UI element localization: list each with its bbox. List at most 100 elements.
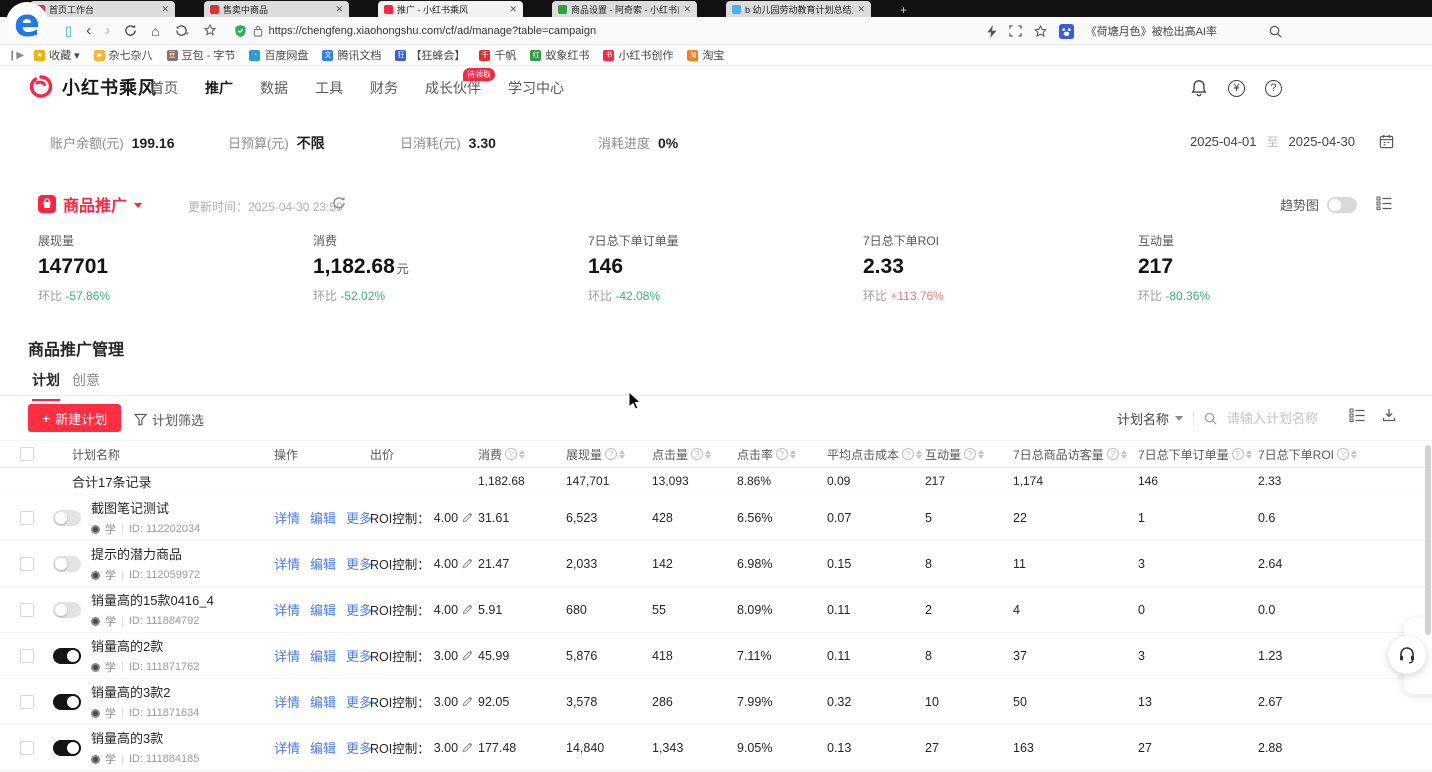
plan-enable-toggle[interactable] [53,510,81,526]
refresh-icon[interactable] [332,196,346,210]
browser-tab[interactable]: 首页工作台 ✕ [30,1,175,17]
column-header[interactable]: 出价 ? [370,446,478,463]
tab-close-icon[interactable]: ✕ [683,4,691,15]
row-checkbox[interactable] [20,695,34,709]
plan-name[interactable]: 截图笔记测试 [91,498,200,517]
plan-name[interactable]: 销量高的3款2 [91,682,199,701]
ai-detector-paw-icon[interactable] [1059,24,1074,39]
ai-notice-text[interactable]: 《荷塘月色》被检出高AI率 [1086,23,1217,39]
row-checkbox[interactable] [20,511,34,525]
browser-tab[interactable]: 售卖中商品 ✕ [204,1,349,17]
help-icon[interactable]: ? [964,448,976,460]
column-header[interactable]: 7日总商品访客量 ? [1013,446,1138,463]
row-checkbox[interactable] [20,741,34,755]
help-icon[interactable]: ? [776,448,788,460]
detail-link[interactable]: 详情 [274,646,300,665]
more-link[interactable]: 更多 [346,738,372,757]
bookmark-item[interactable]: 淘 淘宝 [687,47,724,63]
bookmark-item[interactable]: ◔ 百度网盘 [249,47,308,63]
plan-enable-toggle[interactable] [53,740,81,756]
sort-icon[interactable] [978,450,984,459]
plan-name[interactable]: 提示的潜力商品 [91,544,200,563]
manage-tab[interactable]: 创意 [72,370,100,399]
edit-pencil-icon[interactable] [462,558,473,569]
select-all-checkbox[interactable] [20,447,34,461]
sidebar-toggle-icon[interactable]: ❙▶ [8,50,24,61]
row-checkbox[interactable] [20,557,34,571]
metric-settings-icon[interactable] [1376,196,1392,210]
column-header[interactable]: 7日总下单ROI ? [1258,446,1432,463]
customer-service-button[interactable] [1388,636,1426,674]
detail-link[interactable]: 详情 [274,600,300,619]
nav-item[interactable]: 首页 [150,78,178,98]
column-header[interactable]: 点击率 ? [737,446,827,463]
detail-link[interactable]: 详情 [274,738,300,757]
plan-filter-button[interactable]: 计划筛选 [134,410,204,429]
balance-yen-icon[interactable]: ¥ [1228,80,1245,97]
home-icon[interactable]: ⌂ [151,24,159,38]
tab-close-icon[interactable]: ✕ [857,4,865,15]
forward-icon[interactable]: › [105,23,110,38]
plan-name[interactable]: 销量高的2款 [91,636,199,655]
calendar-icon[interactable] [1379,134,1394,149]
trend-toggle[interactable] [1327,197,1357,213]
bookmark-item[interactable]: 千 千帆 [479,47,516,63]
download-icon[interactable] [1382,408,1396,422]
reload-icon[interactable] [124,24,137,37]
help-icon[interactable]: ? [505,448,517,460]
help-icon[interactable]: ? [1232,448,1244,460]
column-header[interactable]: 平均点击成本 ? [827,446,925,463]
sort-icon[interactable] [790,450,796,459]
more-link[interactable]: 更多 [346,600,372,619]
app-logo[interactable]: 小红书乘风 [28,74,157,100]
plan-search-input[interactable] [1227,411,1357,426]
plan-enable-toggle[interactable] [53,556,81,572]
bookmark-item[interactable]: ★ 收藏 ▾ [34,47,80,63]
nav-item[interactable]: 财务 [370,78,398,98]
edit-pencil-icon[interactable] [462,604,473,615]
help-icon[interactable]: ? [902,448,914,460]
bookmark-item[interactable]: 狂 【狂蜂会】 [395,47,465,63]
plan-enable-toggle[interactable] [53,648,81,664]
notifications-bell-icon[interactable] [1190,79,1208,97]
help-icon[interactable]: ? [1107,448,1119,460]
browser-tab[interactable]: 推广 - 小红书乘风 ✕ [378,1,523,17]
bookmark-item[interactable]: 文 腾讯文档 [322,47,381,63]
column-header[interactable]: 互动量 ? [925,446,1013,463]
row-checkbox[interactable] [20,603,34,617]
column-header[interactable]: 消费 ? [478,446,566,463]
plan-enable-toggle[interactable] [53,694,81,710]
edit-link[interactable]: 编辑 [310,554,336,573]
date-start[interactable]: 2025-04-01 [1190,134,1257,149]
edit-link[interactable]: 编辑 [310,508,336,527]
row-checkbox[interactable] [20,649,34,663]
site-safe-shield-icon[interactable] [234,24,247,38]
browser-logo-icon[interactable]: e [4,0,50,46]
detail-link[interactable]: 详情 [274,508,300,527]
column-header[interactable]: 计划名称 ? [48,446,274,463]
edit-pencil-icon[interactable] [462,650,473,661]
nav-item[interactable]: 推广 [205,78,233,98]
edit-link[interactable]: 编辑 [310,738,336,757]
sort-icon[interactable] [1351,450,1357,459]
edit-pencil-icon[interactable] [462,512,473,523]
search-field-select[interactable]: 计划名称 [1117,409,1183,428]
bookmark-item[interactable]: ▰ 杂七杂八 [94,47,153,63]
more-link[interactable]: 更多 [346,508,372,527]
favorite-star-icon[interactable] [1034,25,1047,38]
search-icon[interactable] [1269,25,1282,38]
date-end[interactable]: 2025-04-30 [1289,134,1356,149]
more-link[interactable]: 更多 [346,554,372,573]
history-icon[interactable] [174,24,189,37]
edit-pencil-icon[interactable] [462,696,473,707]
column-header[interactable]: 操作 ? [274,446,370,463]
bookmark-item[interactable]: 红 蚁象红书 [530,47,589,63]
new-plan-button[interactable]: + 新建计划 [28,404,121,432]
plan-name[interactable]: 销量高的3款 [91,728,199,747]
column-header[interactable]: 展现量 ? [566,446,652,463]
help-icon[interactable]: ? [605,448,617,460]
column-header[interactable]: 点击量 ? [652,446,737,463]
new-tab-button[interactable]: + [900,3,907,17]
sort-icon[interactable] [916,450,922,459]
promo-type-selector[interactable]: 商品推广 [38,192,142,216]
